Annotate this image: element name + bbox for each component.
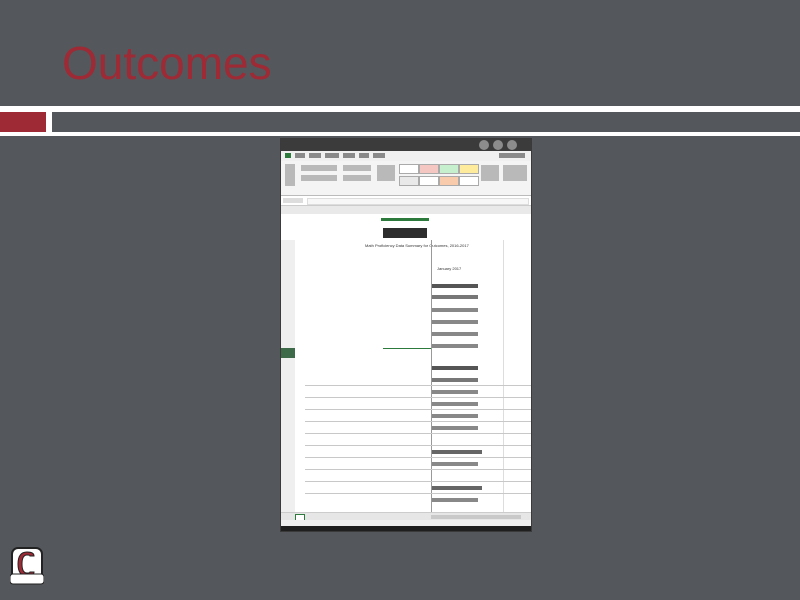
sheet-header-label: January 2017 [437,266,462,271]
title-rule [0,106,800,136]
excel-title-bar [281,139,531,151]
formula-input [307,198,529,205]
minimize-icon [479,140,489,150]
rule-accent [0,112,46,132]
formula-bar [281,197,531,206]
worksheet: Math Proficiency Data Summary for Outcom… [295,240,531,512]
column-headers [281,214,531,241]
rule-strip [52,112,800,132]
logo-icon [9,547,45,585]
excel-screenshot: Math Proficiency Data Summary for Outcom… [280,138,532,532]
ribbon [281,161,531,196]
sheet-title: Math Proficiency Data Summary for Outcom… [365,243,469,248]
name-box [283,198,303,203]
close-icon [507,140,517,150]
taskbar [281,526,531,531]
maximize-icon [493,140,503,150]
horizontal-scrollbar [431,515,521,519]
slide-title: Outcomes [62,37,272,89]
row-headers [281,240,296,512]
school-logo [9,546,45,586]
